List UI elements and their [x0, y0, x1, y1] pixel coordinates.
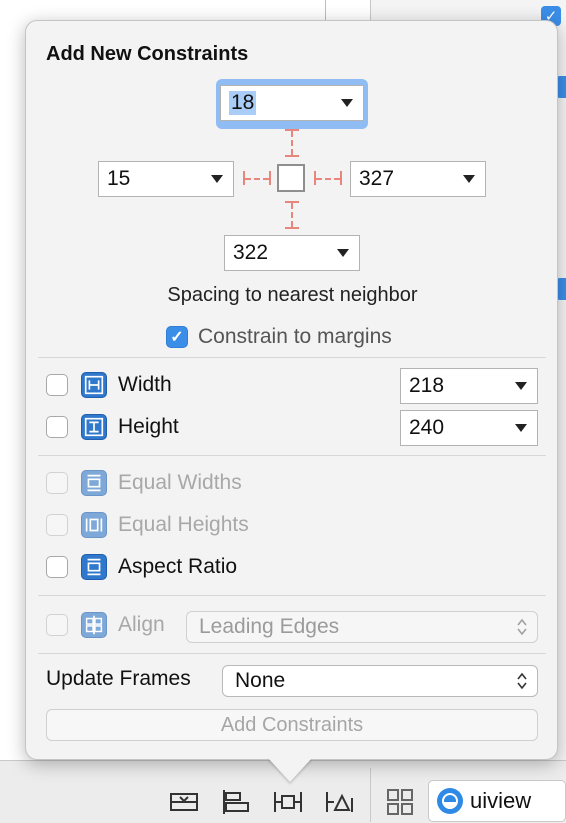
constrain-to-margins-checkbox[interactable]: ✓ [166, 326, 188, 348]
aspect-ratio-icon [81, 554, 107, 580]
up-down-chevron-icon [517, 672, 527, 690]
chevron-down-icon[interactable] [337, 249, 349, 257]
chevron-down-icon[interactable] [463, 175, 475, 183]
object-selector[interactable]: uiview [428, 780, 566, 822]
constrain-to-margins-label: Constrain to margins [198, 325, 392, 348]
chevron-down-icon[interactable] [211, 175, 223, 183]
add-constraints-popover: Add New Constraints 18 15 327 322 Spacin… [25, 20, 558, 760]
height-constraint-icon [81, 414, 107, 440]
width-checkbox[interactable] [46, 374, 68, 396]
equal-heights-icon [81, 512, 107, 538]
popover-title: Add New Constraints [46, 43, 249, 65]
equal-widths-checkbox[interactable] [46, 472, 68, 494]
divider [38, 357, 546, 358]
align-checkbox[interactable] [46, 614, 68, 636]
right-spacing-value: 327 [359, 167, 395, 190]
chevron-down-icon[interactable] [515, 424, 527, 432]
update-frames-label: Update Frames [46, 667, 191, 690]
align-label: Align [118, 613, 165, 636]
equal-heights-checkbox[interactable] [46, 514, 68, 536]
bottom-constraint-guide[interactable] [291, 203, 293, 227]
pin-icon[interactable] [272, 788, 304, 816]
selected-view-box [277, 164, 305, 192]
height-checkbox[interactable] [46, 416, 68, 438]
up-down-chevron-icon [517, 618, 527, 636]
chevron-down-icon[interactable] [341, 99, 353, 107]
update-frames-value: None [235, 669, 286, 692]
height-value: 240 [409, 416, 445, 439]
bottom-constraint-cap [285, 227, 299, 229]
left-constraint-guide[interactable] [245, 178, 269, 180]
chevron-down-icon[interactable] [515, 382, 527, 390]
align-icon[interactable] [220, 788, 252, 816]
height-label: Height [118, 415, 179, 438]
align-popup-value: Leading Edges [199, 615, 340, 638]
left-constraint-cap [269, 171, 271, 185]
divider [38, 653, 546, 654]
popover-arrow [268, 758, 312, 782]
top-spacing-value: 18 [229, 91, 257, 115]
toolbar-divider [370, 768, 371, 822]
height-value-field[interactable]: 240 [400, 410, 538, 446]
width-constraint-icon [81, 372, 107, 398]
top-constraint-cap [285, 155, 299, 157]
aspect-ratio-checkbox[interactable] [46, 556, 68, 578]
stack-icon[interactable] [168, 788, 200, 816]
left-spacing-field[interactable]: 15 [98, 161, 234, 197]
equal-widths-label: Equal Widths [118, 471, 242, 494]
divider [38, 455, 546, 456]
width-value-field[interactable]: 218 [400, 368, 538, 404]
equal-widths-icon [81, 470, 107, 496]
bottom-spacing-value: 322 [233, 241, 269, 264]
equal-heights-label: Equal Heights [118, 513, 249, 536]
align-icon [81, 612, 107, 638]
grid-icon[interactable] [386, 788, 414, 816]
update-frames-popup[interactable]: None [222, 665, 538, 697]
width-label: Width [118, 373, 172, 396]
right-constraint-cap [340, 171, 342, 185]
align-popup[interactable]: Leading Edges [186, 611, 538, 643]
aspect-ratio-label: Aspect Ratio [118, 555, 238, 578]
divider [38, 595, 546, 596]
right-spacing-field[interactable]: 327 [350, 161, 486, 197]
left-spacing-value: 15 [107, 167, 131, 190]
width-value: 218 [409, 374, 445, 397]
resolve-issues-icon[interactable] [324, 788, 356, 816]
view-icon [437, 788, 463, 814]
bottom-spacing-field[interactable]: 322 [224, 235, 360, 271]
top-constraint-guide[interactable] [291, 131, 293, 155]
spacing-caption: Spacing to nearest neighbor [167, 284, 418, 306]
top-spacing-field[interactable]: 18 [220, 85, 364, 121]
object-selector-label: uiview [470, 788, 532, 813]
right-constraint-guide[interactable] [316, 178, 340, 180]
add-constraints-button[interactable]: Add Constraints [46, 709, 538, 741]
